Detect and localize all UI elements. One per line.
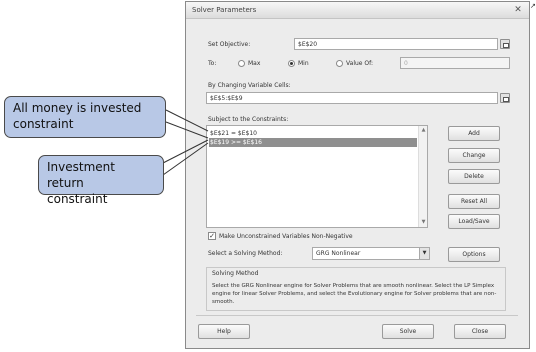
money-leader-line <box>165 109 209 132</box>
money-invested-callout-text: All money is invested constraint <box>13 101 142 131</box>
money-invested-callout: All money is invested constraint <box>4 96 166 138</box>
money-leader-line-2 <box>165 121 209 139</box>
investment-return-callout-text: Investment return constraint <box>47 160 115 206</box>
investment-return-callout: Investment return constraint <box>38 155 164 206</box>
